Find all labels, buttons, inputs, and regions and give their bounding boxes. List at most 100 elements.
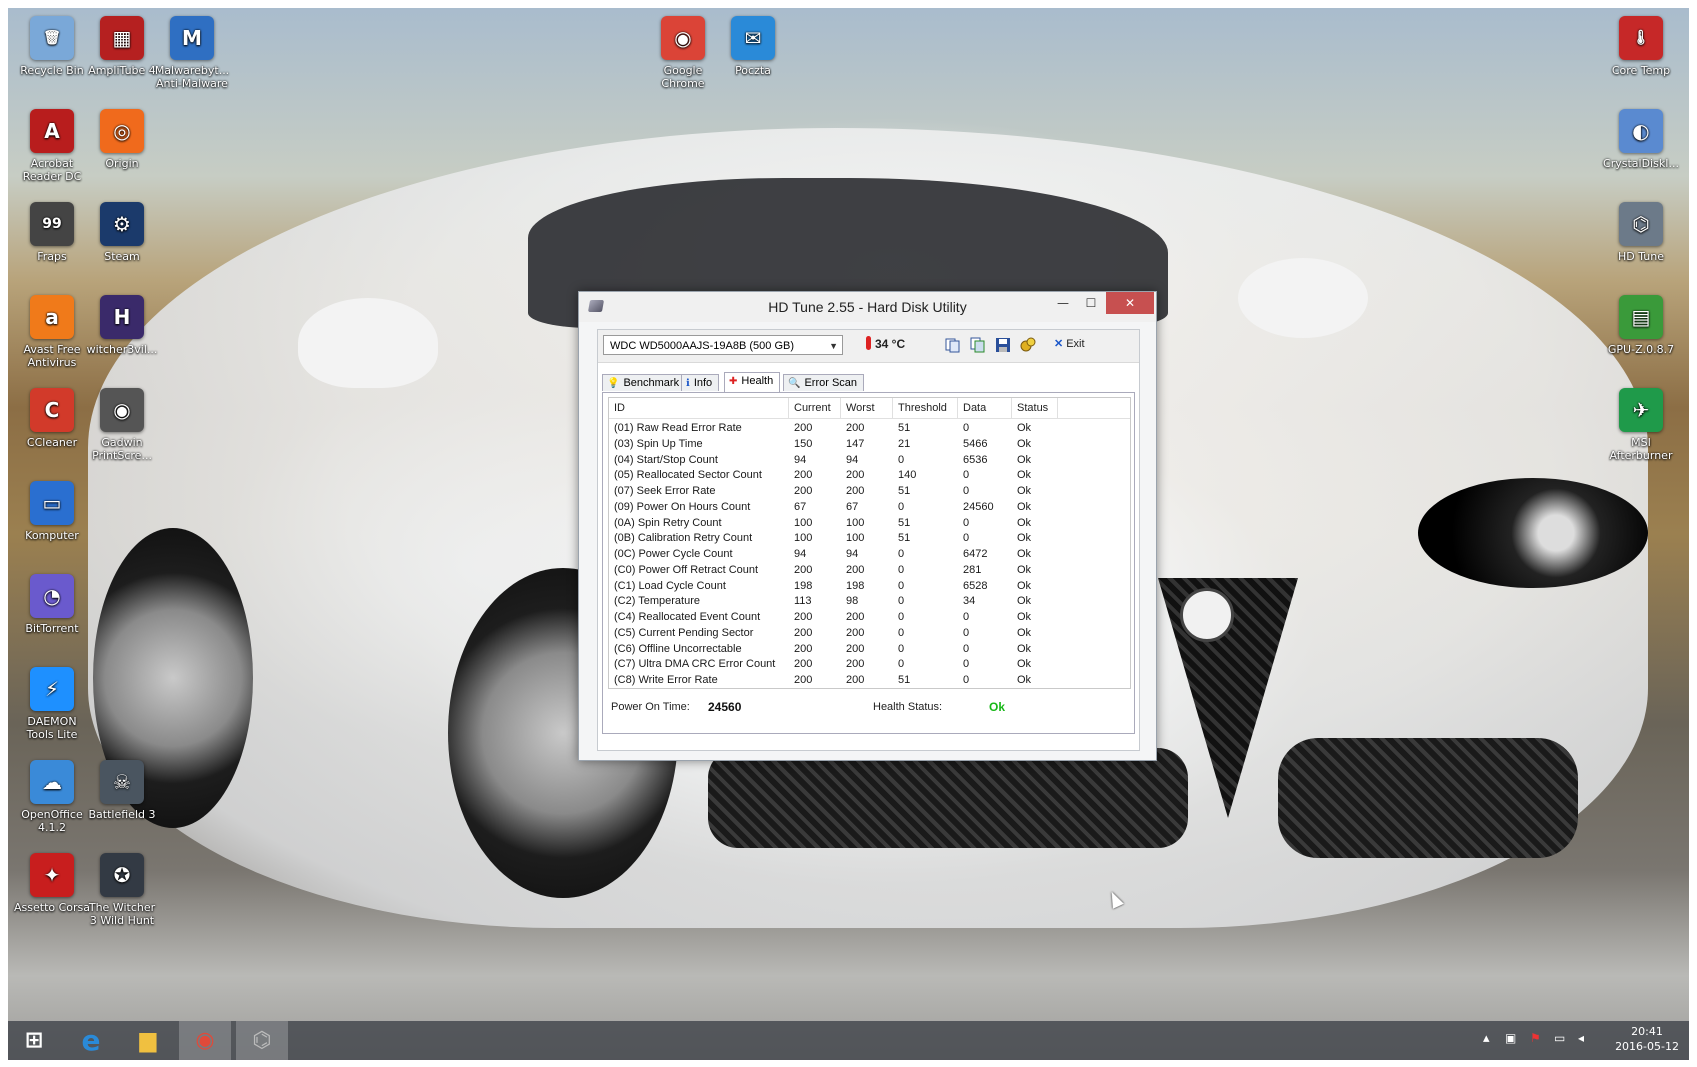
ccleaner-icon: C [30, 388, 74, 432]
desktop-icon[interactable]: ☠ Battlefield 3 [84, 760, 160, 821]
column-header[interactable]: Threshold [893, 398, 958, 418]
table-row[interactable]: (03) Spin Up Time 150 147 21 5466 Ok [609, 436, 1130, 452]
copy-all-icon[interactable] [970, 337, 986, 353]
table-row[interactable]: (C0) Power Off Retract Count 200 200 0 281 Ok [609, 562, 1130, 578]
save-icon[interactable] [995, 337, 1011, 353]
table-row[interactable]: (C8) Write Error Rate 200 200 51 0 Ok [609, 672, 1130, 688]
table-row[interactable]: (C2) Temperature 113 98 0 34 Ok [609, 593, 1130, 609]
column-header[interactable]: Worst [841, 398, 893, 418]
desktop-icon-label: OpenOffice 4.1.2 [21, 808, 83, 834]
desktop-icon[interactable]: ▦ AmpliTube 4 [84, 16, 160, 77]
clock-time: 20:41 [1631, 1025, 1663, 1038]
desktop-icon[interactable]: C CCleaner [14, 388, 90, 449]
desktop-icon[interactable]: ⌬ HD Tune [1603, 202, 1679, 263]
desktop-icon[interactable]: ◎ Origin [84, 109, 160, 170]
desktop-icon[interactable]: ✈ MSI Afterburner [1603, 388, 1679, 462]
internet-explorer-icon[interactable]: e [65, 1021, 117, 1060]
smart-table[interactable]: ID Current Worst Threshold Data Status (01) R… [608, 397, 1131, 689]
desktop-icon[interactable]: 🌡 Core Temp [1603, 16, 1679, 77]
hd-tune-taskbar-icon[interactable]: ⌬ [236, 1021, 288, 1060]
desktop-icon[interactable]: ▤ GPU-Z.0.8.7 [1603, 295, 1679, 356]
drive-select[interactable]: WDC WD5000AAJS-19A8B (500 GB) ▼ [603, 335, 843, 355]
start-icon: ⊞ [24, 1028, 44, 1053]
table-cell: 5466 [963, 437, 988, 450]
table-row[interactable]: (0B) Calibration Retry Count 100 100 51 0 Ok [609, 530, 1130, 546]
column-header[interactable]: Data [958, 398, 1012, 418]
tab-health[interactable]: ✚ Health [724, 372, 781, 392]
internet-explorer-icon: e [81, 1024, 101, 1057]
chrome-taskbar-icon[interactable]: ◉ [179, 1021, 231, 1060]
desktop-icon[interactable]: ◐ CrystalDiskI... [1603, 109, 1679, 170]
title-bar[interactable]: HD Tune 2.55 - Hard Disk Utility — ☐ ✕ [579, 292, 1156, 322]
desktop-icon[interactable]: ☁ OpenOffice 4.1.2 [14, 760, 90, 834]
desktop-icon[interactable]: A Acrobat Reader DC [14, 109, 90, 183]
desktop-icon-label: Avast Free Antivirus [23, 343, 81, 369]
table-cell: 51 [898, 674, 911, 686]
table-row[interactable]: (01) Raw Read Error Rate 200 200 51 0 Ok [609, 420, 1130, 436]
desktop-icon-label: MSI Afterburner [1609, 436, 1673, 462]
desktop-icon[interactable]: ✪ The Witcher 3 Wild Hunt [84, 853, 160, 927]
maximize-button[interactable]: ☐ [1076, 292, 1106, 314]
desktop-icon[interactable]: ◔ BitTorrent [14, 574, 90, 635]
exit-button[interactable]: ✕ Exit [1054, 337, 1085, 350]
tab-benchmark[interactable]: 💡 Benchmark [602, 374, 687, 391]
column-header[interactable]: Status [1012, 398, 1058, 418]
desktop-icon[interactable]: 99 Fraps [14, 202, 90, 263]
table-cell: 0 [963, 658, 970, 671]
table-cell: 200 [846, 674, 865, 686]
table-cell: 198 [794, 579, 813, 592]
table-cell: 200 [846, 658, 865, 671]
table-cell: 0 [898, 453, 905, 466]
desktop-icon[interactable]: ◉ Google Chrome [645, 16, 721, 90]
table-row[interactable]: (C1) Load Cycle Count 198 198 0 6528 Ok [609, 578, 1130, 594]
close-button[interactable]: ✕ [1106, 292, 1154, 314]
minimize-button[interactable]: — [1048, 292, 1078, 314]
desktop-icon[interactable]: ◉ Gadwin PrintScre... [84, 388, 160, 462]
clock[interactable]: 20:41 2016-05-12 [1615, 1024, 1679, 1054]
desktop-icon[interactable]: 🗑 Recycle Bin [14, 16, 90, 77]
table-row[interactable]: (C7) Ultra DMA CRC Error Count 200 200 0 0 Ok [609, 656, 1130, 672]
options-icon[interactable] [1020, 337, 1036, 353]
desktop-icon[interactable]: ✉ Poczta [715, 16, 791, 77]
desktop-icon[interactable]: a Avast Free Antivirus [14, 295, 90, 369]
show-hidden-icons-chevron-icon[interactable]: ▴ [1483, 1031, 1490, 1046]
desktop-icon[interactable]: ✦ Assetto Corsa [14, 853, 90, 914]
action-center-flag-icon[interactable]: ⚑ [1530, 1031, 1541, 1045]
desktop-icon[interactable]: Hwitcher3vil... [84, 295, 160, 356]
table-cell: 100 [794, 532, 813, 545]
desktop-icon-label: Malwarebyt... Anti-Malware [154, 64, 230, 90]
column-header[interactable]: ID [609, 398, 789, 418]
table-row[interactable]: (C4) Reallocated Event Count 200 200 0 0 Ok [609, 609, 1130, 625]
table-row[interactable]: (04) Start/Stop Count 94 94 0 6536 Ok [609, 452, 1130, 468]
desktop-icon[interactable]: M Malwarebyt... Anti-Malware [154, 16, 230, 90]
table-row[interactable]: (09) Power On Hours Count 67 67 0 24560 Ok [609, 499, 1130, 515]
copy-info-icon[interactable] [945, 337, 961, 353]
file-explorer-icon[interactable]: ▆ [122, 1021, 174, 1060]
desktop-icon-label: Steam [104, 250, 140, 263]
volume-tray-icon[interactable]: ◂ [1578, 1031, 1584, 1045]
exit-label: Exit [1066, 338, 1085, 350]
tab-error-scan[interactable]: 🔍 Error Scan [783, 374, 865, 391]
table-row[interactable]: (05) Reallocated Sector Count 200 200 140 0 O… [609, 467, 1130, 483]
desktop-icon[interactable]: ⚙ Steam [84, 202, 160, 263]
network-tray-icon[interactable]: ▣ [1505, 1031, 1516, 1045]
table-cell: Ok [1017, 548, 1032, 560]
table-row[interactable]: (C6) Offline Uncorrectable 200 200 0 0 Ok [609, 641, 1130, 657]
close-icon: ✕ [1054, 338, 1064, 350]
table-row[interactable]: (0C) Power Cycle Count 94 94 0 6472 Ok [609, 546, 1130, 562]
hd-tune-icon: ⌬ [1619, 202, 1663, 246]
column-header[interactable]: Current [789, 398, 841, 418]
desktop-icon[interactable]: ⚡ DAEMON Tools Lite [14, 667, 90, 741]
table-row[interactable]: (C5) Current Pending Sector 200 200 0 0 Ok [609, 625, 1130, 641]
monitor-tray-icon[interactable]: ▭ [1554, 1031, 1565, 1045]
hd-tune-window[interactable]: HD Tune 2.55 - Hard Disk Utility — ☐ ✕ W… [578, 291, 1157, 761]
table-row[interactable]: (0A) Spin Retry Count 100 100 51 0 Ok [609, 515, 1130, 531]
tab-info[interactable]: ℹ Info [681, 374, 720, 391]
start-button[interactable]: ⊞ [8, 1021, 60, 1060]
origin-icon: ◎ [100, 109, 144, 153]
desktop-icon-label: DAEMON Tools Lite [26, 715, 78, 741]
malwarebytes-icon: M [170, 16, 214, 60]
desktop-icon[interactable]: ▭ Komputer [14, 481, 90, 542]
health-status-label: Health Status: [873, 701, 943, 713]
table-row[interactable]: (07) Seek Error Rate 200 200 51 0 Ok [609, 483, 1130, 499]
